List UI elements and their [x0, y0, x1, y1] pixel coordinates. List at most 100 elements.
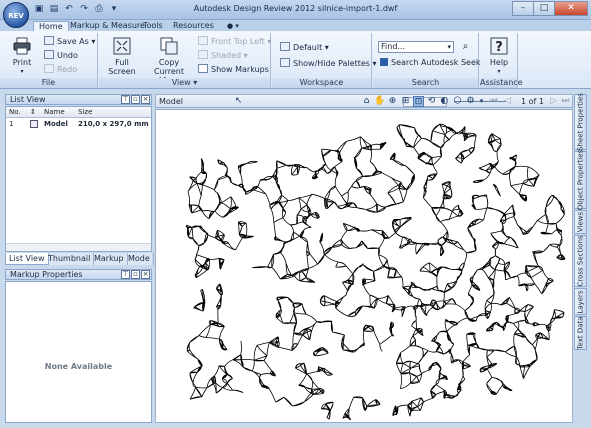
column-size[interactable]: Size	[78, 107, 92, 117]
road-lines	[185, 123, 566, 421]
side-palette-tabs: Sheet Properties Object Properties Views…	[574, 93, 588, 424]
workspace-default-dropdown[interactable]: Default ▾	[280, 42, 329, 53]
horizontal-scrollbar[interactable]	[6, 243, 151, 251]
show-markups-checkbox[interactable]: Show Markups	[198, 64, 269, 75]
home-icon[interactable]: ⌂	[361, 96, 372, 107]
print-dropdown-icon: ▾	[20, 68, 24, 75]
copy-view-icon	[160, 37, 178, 55]
next-page-icon[interactable]: ▷	[548, 96, 559, 107]
close-panel-icon[interactable]: ×	[141, 270, 150, 279]
tab-cross-sections[interactable]: Cross Sections	[574, 235, 587, 287]
palettes-icon	[280, 58, 290, 67]
last-page-icon[interactable]: ⏭	[560, 96, 571, 107]
seek-icon	[380, 58, 388, 66]
help-button[interactable]: ? Help ▾	[484, 37, 514, 76]
select-cursor-icon[interactable]: ↖	[233, 96, 244, 107]
tab-list-view[interactable]: List View	[5, 253, 49, 265]
assistance-group: ? Help ▾ Assistance	[480, 33, 523, 88]
column-name[interactable]: Name	[44, 107, 65, 117]
fit-to-window-icon[interactable]: ⊡	[413, 96, 424, 107]
print-button[interactable]: Print ▾	[8, 37, 36, 76]
search-group-label: Search	[373, 78, 478, 88]
canvas-toolbar: Model ↖ ▾ ⌂ ✋ ⊕ ⊞ ⊡ ⟲ ◐ ⬡ ⚙ ▾ ⏮ ◁ 1 of 1…	[155, 94, 573, 108]
column-no[interactable]: No.	[9, 107, 21, 117]
panel-options-icon[interactable]: ▫	[131, 270, 140, 279]
view-group: Full Screen Copy Current View Front Top …	[99, 33, 271, 88]
find-dropdown-icon[interactable]: ▾	[447, 42, 451, 52]
tab-text-data[interactable]: Text Data	[574, 316, 587, 350]
help-icon: ?	[490, 37, 508, 55]
window-title: Autodesk Design Review 2012 silnice-impo…	[193, 4, 398, 13]
ribbon: Print ▾ Save As ▾ Undo Redo File Full Sc…	[0, 31, 591, 89]
empty-state-text: None Available	[44, 362, 113, 371]
sheet-label: Model	[159, 97, 184, 106]
svg-text:?: ?	[495, 40, 503, 55]
list-view-header-row: No. ⇕ Name Size	[6, 107, 151, 118]
redo-button[interactable]: Redo	[44, 64, 77, 75]
minimize-button[interactable]: –	[512, 1, 534, 16]
checkbox-icon	[198, 64, 208, 73]
view-dropdown-icon[interactable]: ▾	[476, 96, 487, 107]
tab-object-properties[interactable]: Object Properties	[574, 150, 587, 210]
binoculars-icon[interactable]: ⌕	[459, 40, 472, 53]
panel-options-icon[interactable]: ▫	[131, 95, 140, 104]
previous-page-icon[interactable]: ◁	[502, 96, 513, 107]
printer-icon	[13, 37, 31, 55]
pin-icon[interactable]: ⊤	[121, 270, 130, 279]
cube-view-icon	[198, 36, 208, 45]
undo-button[interactable]: Undo	[44, 50, 78, 61]
full-screen-icon	[113, 37, 131, 55]
title-bar: REV ▣ ▤ ↶ ↷ ⎙ ▾ Autodesk Design Review 2…	[0, 0, 591, 28]
pan-icon[interactable]: ✋	[374, 96, 385, 107]
search-autodesk-seek-button[interactable]: Search Autodesk Seek	[380, 58, 481, 68]
first-page-icon[interactable]: ⏮	[488, 96, 499, 107]
tab-model[interactable]: Mode	[125, 253, 154, 265]
section-icon[interactable]: ⬡	[452, 96, 463, 107]
list-item[interactable]: 1 Model 210,0 x 297,0 mm	[6, 119, 151, 129]
application-menu-button[interactable]: REV	[3, 2, 29, 28]
workspace-group: Default ▾ Show/Hide Palettes ▾ Workspace	[272, 33, 377, 88]
find-input[interactable]: Find... ▾	[378, 41, 454, 53]
sort-icon[interactable]: ⇕	[30, 107, 36, 117]
close-button[interactable]: ✕	[554, 1, 588, 16]
ribbon-tab-row: Home Markup & Measure Tools Resources ● …	[0, 20, 591, 32]
save-as-button[interactable]: Save As ▾	[44, 36, 95, 47]
tab-layers[interactable]: Layers	[574, 288, 587, 315]
help-dropdown-icon: ▾	[497, 68, 501, 75]
list-view: No. ⇕ Name Size 1 Model 210,0 x 297,0 mm	[5, 106, 152, 252]
zoom-icon[interactable]: ⊕	[387, 96, 398, 107]
maximize-button[interactable]: □	[533, 1, 555, 16]
list-view-panel-header: List View ⊤ ▫ ×	[5, 94, 152, 105]
view-group-expand-icon[interactable]: ▾	[193, 78, 197, 87]
tab-views[interactable]: Views	[574, 210, 587, 234]
workspace-group-label: Workspace	[272, 78, 371, 88]
assistance-group-label: Assistance	[480, 78, 523, 88]
shaded-button[interactable]: Shaded ▾	[198, 50, 248, 61]
view-options-icon[interactable]: ⚙	[465, 96, 476, 107]
save-as-icon	[44, 36, 54, 45]
turntable-icon[interactable]: ◐	[439, 96, 450, 107]
file-group-label: File	[0, 78, 97, 88]
redo-icon	[44, 64, 54, 73]
file-group: Print ▾ Save As ▾ Undo Redo File	[0, 33, 98, 88]
pin-icon[interactable]: ⊤	[121, 95, 130, 104]
tab-thumbnail[interactable]: Thumbnail	[45, 253, 95, 265]
undo-icon	[44, 50, 54, 59]
shaded-icon	[198, 50, 208, 59]
front-top-left-button[interactable]: Front Top Left ▾	[198, 36, 271, 47]
tab-markup[interactable]: Markup	[91, 253, 128, 265]
full-screen-button[interactable]: Full Screen	[102, 37, 142, 76]
orbit-icon[interactable]: ⟲	[426, 96, 437, 107]
page-indicator: 1 of 1	[521, 97, 544, 106]
panel-tabs: List View Thumbnail Markup Mode	[5, 253, 154, 265]
zoom-rectangle-icon[interactable]: ⊞	[400, 96, 411, 107]
markup-properties-panel: None Available	[5, 281, 152, 423]
show-hide-palettes-button[interactable]: Show/Hide Palettes ▾	[280, 58, 377, 69]
drawing-canvas[interactable]	[155, 109, 573, 423]
workspace-icon	[280, 42, 290, 51]
view-group-label: View ▾	[99, 78, 270, 88]
markup-properties-header: Markup Properties ⊤ ▫ ×	[5, 269, 152, 280]
tab-sheet-properties[interactable]: Sheet Properties	[574, 93, 587, 151]
sheet-icon	[30, 120, 38, 128]
close-panel-icon[interactable]: ×	[141, 95, 150, 104]
